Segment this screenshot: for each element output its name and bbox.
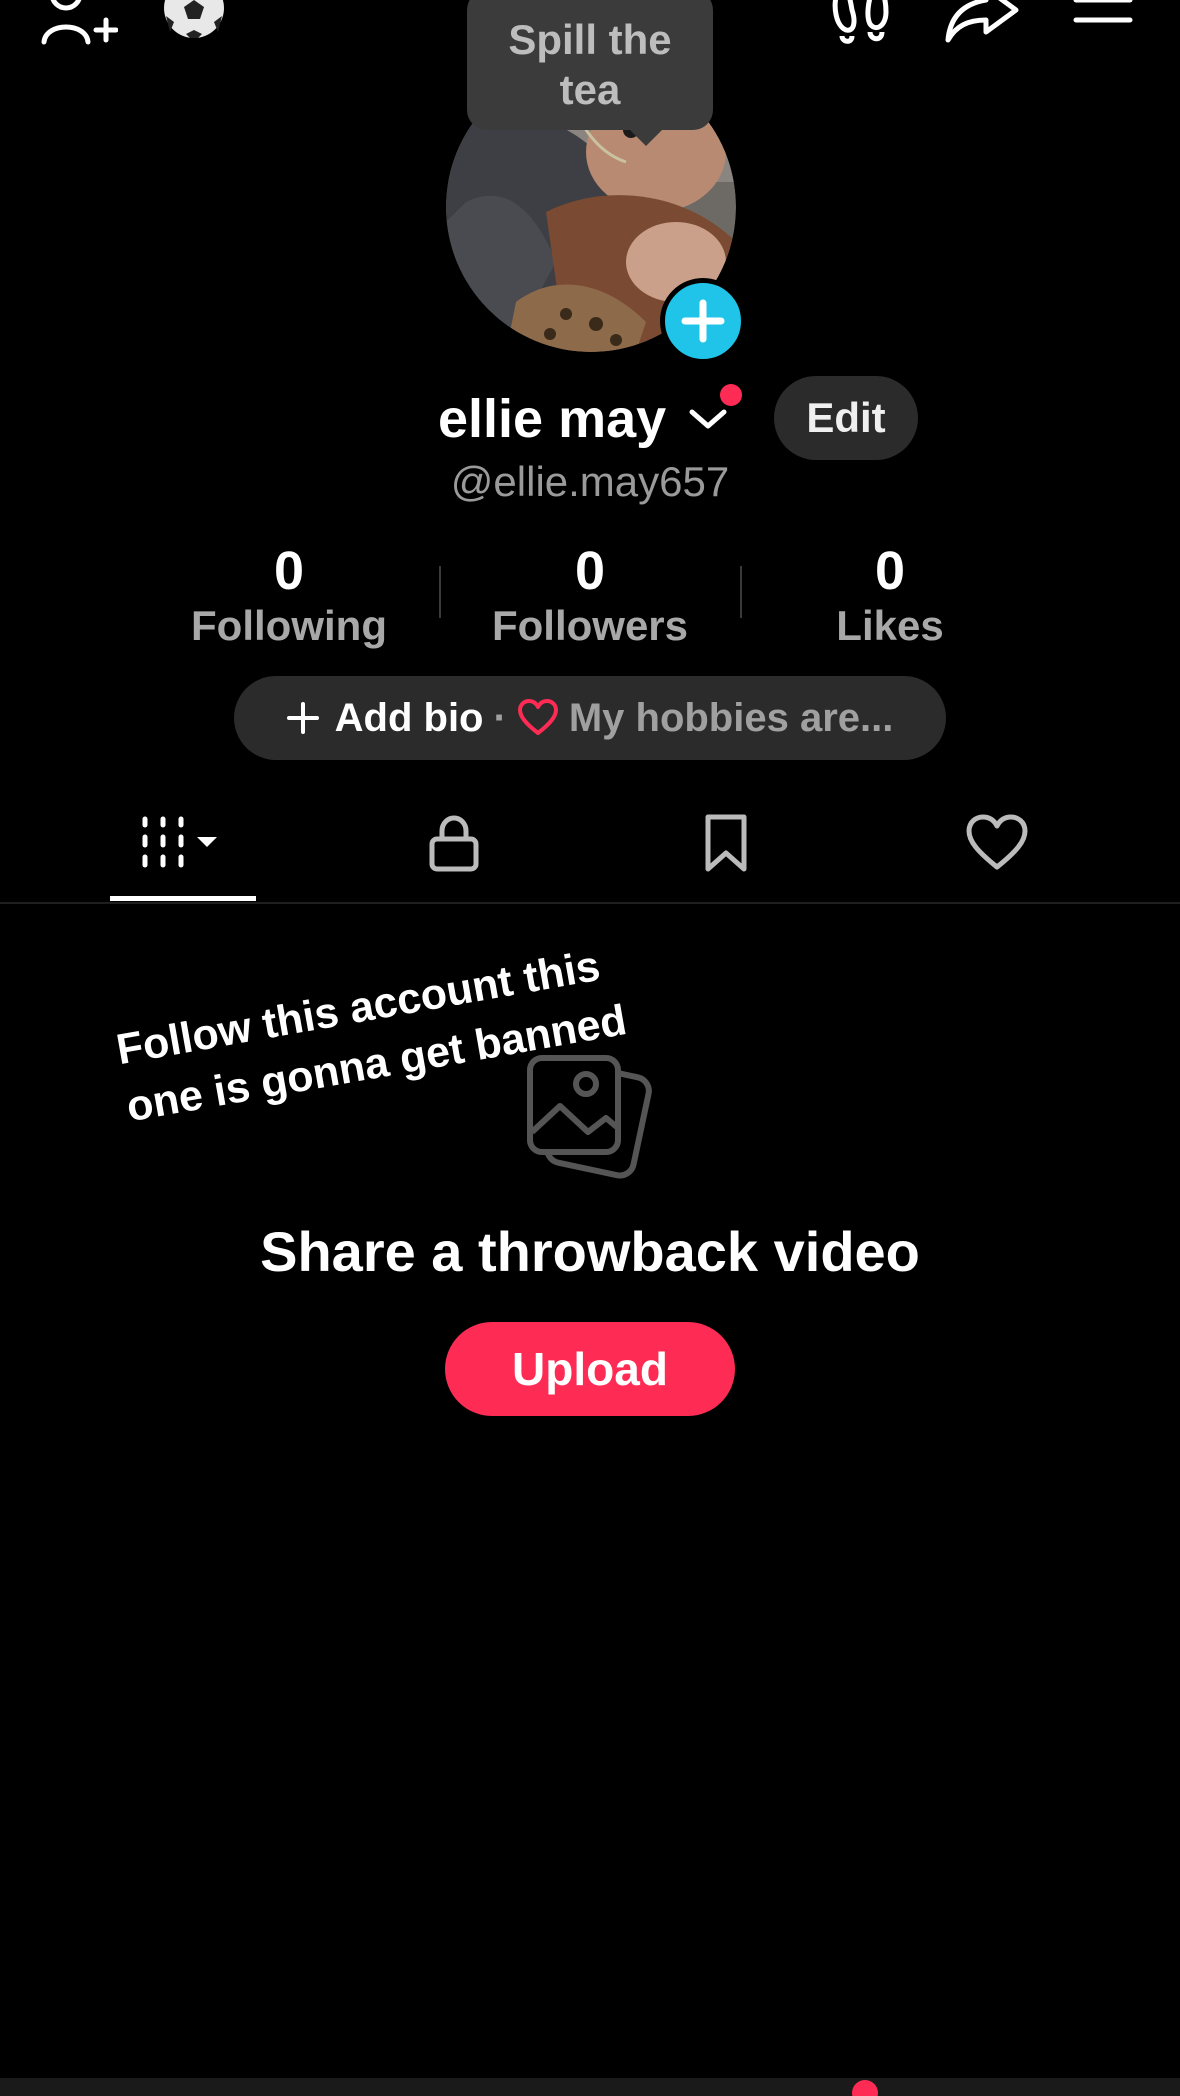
share-icon[interactable] <box>944 0 1020 46</box>
tab-favorites[interactable] <box>616 800 836 886</box>
tooltip-text: Spill the tea <box>508 16 672 113</box>
bottom-nav-bar <box>0 2078 1180 2096</box>
bookmark-icon <box>705 814 747 872</box>
chevron-down-icon[interactable] <box>688 402 728 436</box>
bio-separator: · <box>493 695 507 740</box>
footprints-icon[interactable] <box>828 0 894 48</box>
bio-hobbies-hint: My hobbies are... <box>568 695 894 740</box>
stat-value: 0 <box>273 541 305 601</box>
tab-divider <box>0 902 1180 904</box>
photos-icon <box>527 1055 652 1179</box>
notification-dot <box>720 384 742 406</box>
soccer-ball-icon[interactable] <box>158 0 230 46</box>
tab-videos[interactable] <box>73 800 293 886</box>
add-friend-icon[interactable] <box>38 0 118 50</box>
tab-liked[interactable] <box>887 800 1107 886</box>
stat-divider <box>439 566 441 618</box>
stat-likes[interactable]: 0 Likes <box>760 540 1020 650</box>
profile-page: Spill the tea ellie may Edit @ellie.may6… <box>0 0 1180 2096</box>
stat-value: 0 <box>574 541 606 601</box>
stat-label: Followers <box>491 602 689 649</box>
active-tab-indicator <box>110 896 256 901</box>
menu-icon[interactable] <box>1072 0 1134 40</box>
plus-icon <box>681 299 725 343</box>
lock-icon <box>429 815 479 872</box>
add-avatar-button[interactable] <box>660 278 746 364</box>
videos-grid-icon <box>142 816 217 868</box>
display-name[interactable]: ellie may <box>438 384 666 454</box>
heart-icon <box>966 814 1028 870</box>
stat-label: Likes <box>836 602 944 649</box>
username: @ellie.may657 <box>450 458 730 505</box>
edit-profile-button[interactable]: Edit <box>774 376 918 460</box>
tab-private[interactable] <box>344 800 564 886</box>
add-bio-button[interactable]: Add bio · My hobbies are... <box>234 676 946 760</box>
stat-divider <box>740 566 742 618</box>
tooltip-tail <box>628 128 664 146</box>
upload-button[interactable]: Upload <box>445 1322 735 1416</box>
spill-the-tea-tooltip[interactable]: Spill the tea <box>467 0 713 130</box>
plus-icon <box>286 702 319 734</box>
empty-state-title: Share a throwback video <box>260 1220 920 1283</box>
stat-label: Following <box>191 602 387 649</box>
stat-value: 0 <box>874 541 906 601</box>
heart-icon <box>517 699 558 735</box>
add-bio-label: Add bio <box>334 695 484 740</box>
stat-following[interactable]: 0 Following <box>159 540 419 650</box>
stat-followers[interactable]: 0 Followers <box>460 540 720 650</box>
